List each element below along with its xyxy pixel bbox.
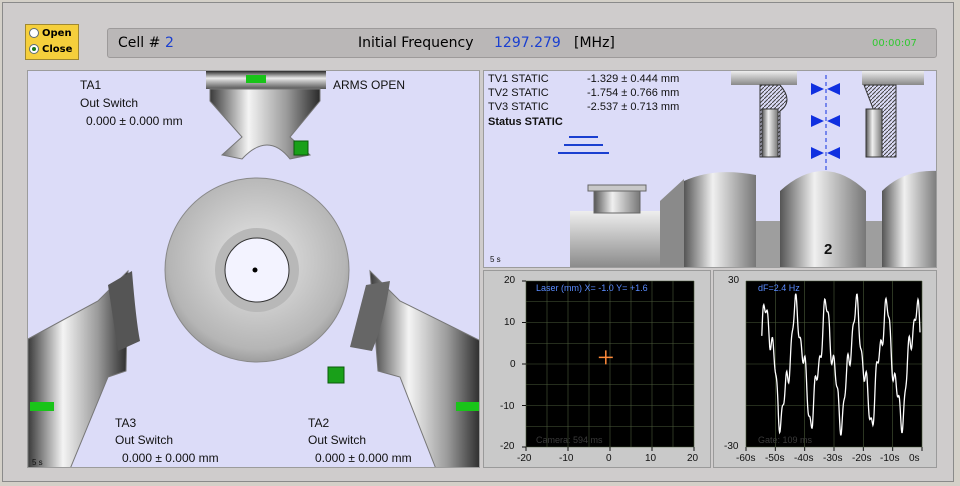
app-window: Open Close Cell # 2 Initial Frequency 12… <box>0 0 960 486</box>
tuner-time-label: 5 s <box>490 255 501 264</box>
arms-status: ARMS OPEN <box>333 78 406 92</box>
radio-open[interactable]: Open <box>26 25 78 41</box>
laser-plot-panel: Laser (mm) X= -1.0 Y= +1.6 Camera: 594 m… <box>483 270 711 468</box>
freq-ytick: 30 <box>728 275 740 286</box>
laser-xtick: -20 <box>517 453 532 464</box>
header-bar: Cell # 2 Initial Frequency 1297.279 [MHz… <box>107 28 937 58</box>
status-lines <box>558 136 609 154</box>
tuner-probe-left <box>731 71 797 158</box>
ta2-value: 0.000 ± 0.000 mm <box>315 451 412 465</box>
tuner-graphic <box>558 71 936 267</box>
laser-ytick: -20 <box>500 441 515 452</box>
radio-close-label: Close <box>42 43 73 55</box>
tuner-markers <box>811 75 840 181</box>
ta2-switch: Out Switch <box>308 433 367 447</box>
freq-footer: Gate: 109 ms <box>758 435 813 445</box>
arms-time-label: 5 s <box>32 458 43 467</box>
freq-ytick: -30 <box>724 441 739 452</box>
arms-panel: TA1 Out Switch 0.000 ± 0.000 mm ARMS OPE… <box>27 70 480 468</box>
tuner-status: Status STATIC <box>488 116 563 128</box>
laser-ytick: 20 <box>504 275 516 286</box>
arms-graphic <box>28 71 479 467</box>
laser-ytick: 10 <box>504 317 516 328</box>
radio-close[interactable]: Close <box>26 41 78 57</box>
tv3-name: TV3 STATIC <box>488 101 549 113</box>
ta1-arm <box>206 71 326 160</box>
radio-open-circle[interactable] <box>29 28 39 38</box>
freq-plot-panel: dF=2.4 Hz Gate: 109 ms 30 -30 -60s -50s … <box>713 270 937 468</box>
laser-footer: Camera: 594 ms <box>536 435 603 445</box>
tuner-probe-right <box>862 71 924 158</box>
open-close-radio-group: Open Close <box>25 24 79 60</box>
freq-value: 1297.279 <box>494 35 561 51</box>
ta1-switch: Out Switch <box>80 96 139 110</box>
ta3-indicator <box>30 402 54 411</box>
laser-xtick: -10 <box>559 453 574 464</box>
cell-number-label: 2 <box>824 241 833 258</box>
timer: 00:00:07 <box>872 38 917 49</box>
freq-xtick: -10s <box>880 453 900 464</box>
freq-xtick: -50s <box>765 453 785 464</box>
tuner-panel: TV1 STATIC -1.329 ± 0.444 mm TV2 STATIC … <box>483 70 937 268</box>
ta1-value: 0.000 ± 0.000 mm <box>86 114 183 128</box>
tv2-value: -1.754 ± 0.766 mm <box>587 87 680 99</box>
cell-value: 2 <box>165 35 174 51</box>
ta1-led <box>293 140 309 156</box>
freq-xtick: 0s <box>909 453 920 464</box>
ta2-led <box>327 366 345 384</box>
tv3-value: -2.537 ± 0.713 mm <box>587 101 680 113</box>
freq-xtick: -20s <box>852 453 872 464</box>
ta3-value: 0.000 ± 0.000 mm <box>122 451 219 465</box>
tv1-value: -1.329 ± 0.444 mm <box>587 73 680 85</box>
ta2-name: TA2 <box>308 416 330 430</box>
laser-xtick: 20 <box>687 453 699 464</box>
freq-unit: [MHz] <box>574 35 615 51</box>
laser-title: Laser (mm) X= -1.0 Y= +1.6 <box>536 283 648 293</box>
ta1-name: TA1 <box>80 78 102 92</box>
freq-xtick: -30s <box>823 453 843 464</box>
freq-title: dF=2.4 Hz <box>758 283 800 293</box>
freq-label: Initial Frequency <box>358 35 474 51</box>
radio-close-circle[interactable] <box>29 44 39 54</box>
freq-plot <box>745 280 923 451</box>
freq-xtick: -40s <box>794 453 814 464</box>
ta3-switch: Out Switch <box>115 433 174 447</box>
cell-label: Cell # <box>118 35 161 51</box>
ta3-name: TA3 <box>115 416 137 430</box>
cavity-disc <box>164 177 350 363</box>
ta2-indicator <box>456 402 479 411</box>
laser-xtick: 0 <box>606 453 612 464</box>
radio-open-label: Open <box>42 27 72 39</box>
laser-ytick: 0 <box>510 359 516 370</box>
laser-xtick: 10 <box>645 453 657 464</box>
freq-xtick: -60s <box>736 453 756 464</box>
laser-ytick: -10 <box>500 401 515 412</box>
ta1-indicator <box>246 75 266 83</box>
tv2-name: TV2 STATIC <box>488 87 549 99</box>
tv1-name: TV1 STATIC <box>488 73 549 85</box>
cavity-cells <box>570 170 936 267</box>
